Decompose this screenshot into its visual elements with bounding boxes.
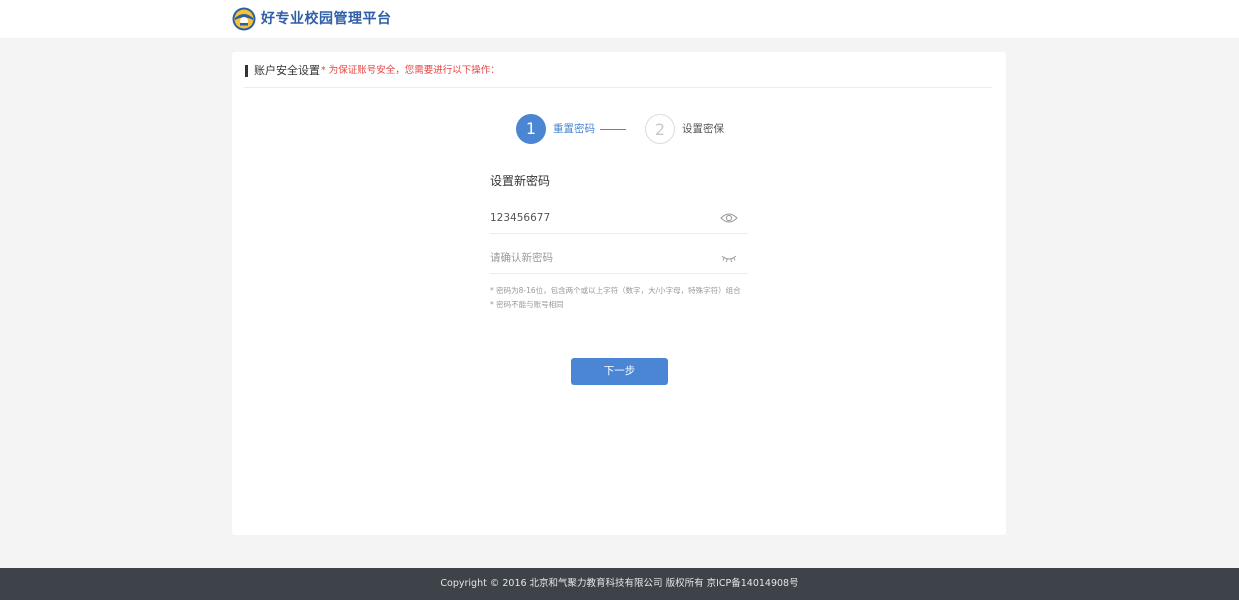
step-2-indicator: 2 bbox=[645, 114, 675, 144]
password-rule-hint: * 密码为8-16位，包含两个或以上字符（数字，大/小字母，特殊字符）组合 bbox=[490, 286, 741, 295]
section-marker bbox=[245, 65, 248, 77]
step-2-label: 设置密保 bbox=[682, 123, 724, 135]
password-account-hint: * 密码不能与账号相同 bbox=[490, 300, 564, 309]
next-step-button[interactable]: 下一步 bbox=[571, 358, 668, 385]
new-password-input[interactable] bbox=[490, 209, 710, 227]
section-title: 账户安全设置 bbox=[254, 64, 320, 77]
step-connector bbox=[600, 129, 626, 130]
form-title: 设置新密码 bbox=[490, 174, 551, 188]
top-header: 好专业校园管理平台 bbox=[0, 0, 1239, 38]
confirm-password-input[interactable] bbox=[490, 249, 710, 267]
campus-logo-icon[interactable] bbox=[232, 7, 256, 31]
step-1-label: 重置密码 bbox=[553, 123, 595, 135]
eye-closed-icon[interactable] bbox=[720, 251, 738, 265]
section-divider bbox=[244, 87, 992, 88]
brand-name[interactable]: 好专业校园管理平台 bbox=[261, 9, 392, 29]
footer: Copyright © 2016 北京和气聚力教育科技有限公司 版权所有 京IC… bbox=[0, 568, 1239, 600]
confirm-password-field bbox=[490, 243, 748, 274]
step-1-indicator: 1 bbox=[516, 114, 546, 144]
new-password-field bbox=[490, 203, 748, 234]
eye-open-icon[interactable] bbox=[720, 211, 738, 225]
security-settings-card: 账户安全设置 * 为保证账号安全，您需要进行以下操作： 1 重置密码 2 设置密… bbox=[232, 52, 1006, 535]
copyright-text: Copyright © 2016 北京和气聚力教育科技有限公司 版权所有 京IC… bbox=[440, 578, 799, 589]
security-notice: * 为保证账号安全，您需要进行以下操作： bbox=[321, 65, 500, 76]
